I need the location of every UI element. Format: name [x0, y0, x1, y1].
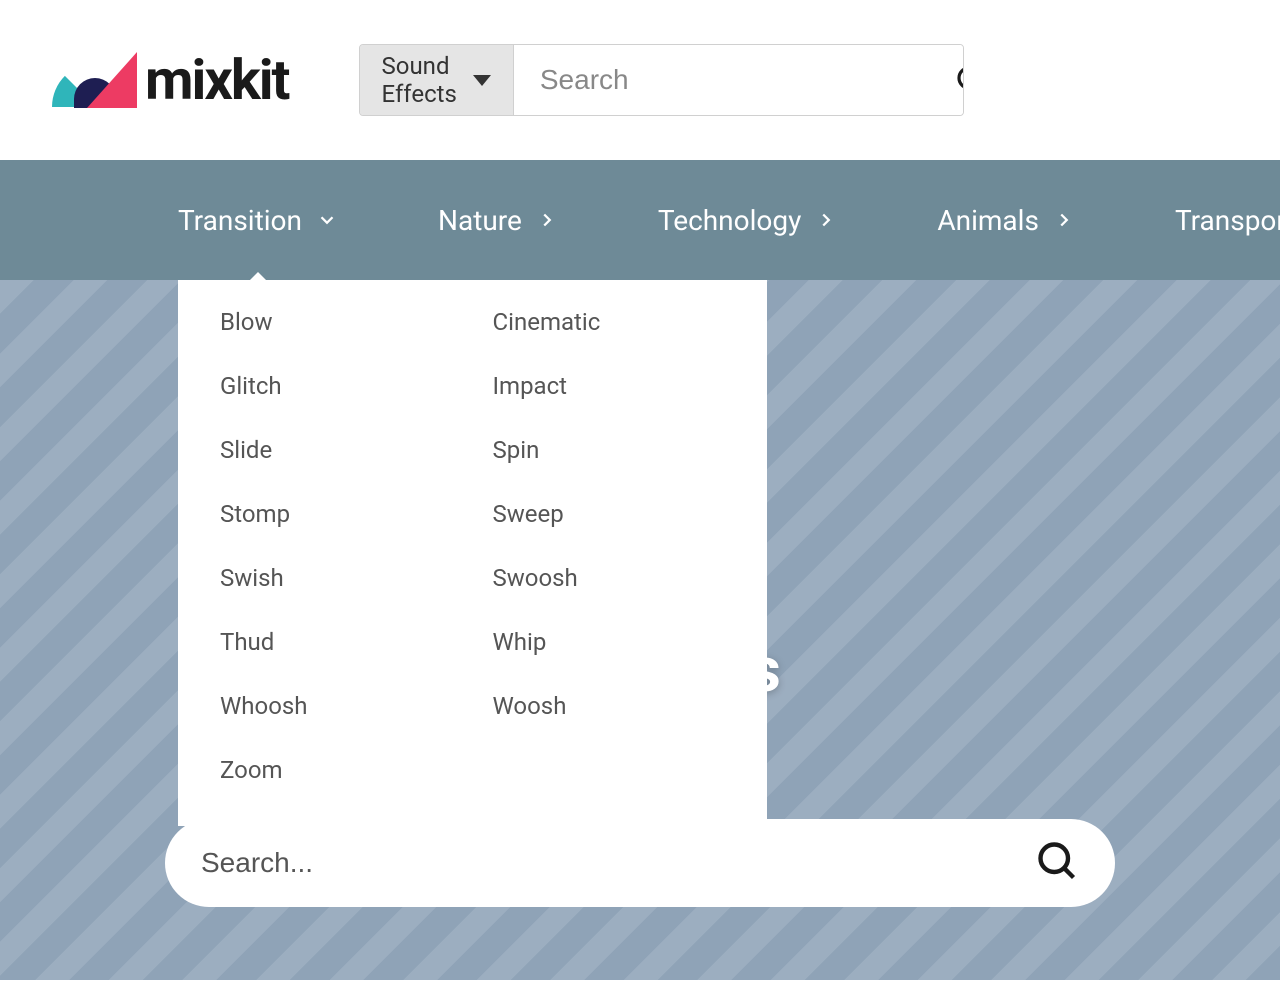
header-search-input[interactable] [514, 45, 927, 115]
dropdown-item[interactable]: Spin [493, 436, 726, 464]
dropdown-item[interactable]: Glitch [220, 372, 453, 400]
nav-item-label: Transport [1175, 204, 1280, 237]
dropdown-item[interactable]: Woosh [493, 692, 726, 720]
chevron-right-icon [536, 209, 558, 231]
transition-dropdown: Blow Cinematic Glitch Impact Slide Spin … [178, 280, 767, 826]
logo[interactable]: mixkit [52, 47, 289, 113]
chevron-right-icon [815, 209, 837, 231]
dropdown-item[interactable]: Whoosh [220, 692, 453, 720]
hero-search-input[interactable] [201, 847, 1035, 879]
logo-mark-icon [52, 52, 137, 108]
search-icon [955, 64, 964, 96]
logo-text: mixkit [145, 47, 289, 113]
nav-item-label: Technology [658, 204, 801, 237]
dropdown-item[interactable]: Thud [220, 628, 453, 656]
header-search: Sound Effects [359, 44, 964, 116]
nav-item-technology[interactable]: Technology [658, 204, 837, 237]
site-header: mixkit Sound Effects [0, 0, 1280, 160]
search-category-dropdown[interactable]: Sound Effects [360, 45, 514, 115]
search-category-label: Sound Effects [382, 52, 457, 108]
nav-item-animals[interactable]: Animals [937, 204, 1075, 237]
dropdown-item[interactable]: Blow [220, 308, 453, 336]
search-icon [1035, 839, 1079, 883]
nav-item-transition[interactable]: Transition [178, 204, 338, 237]
dropdown-item[interactable]: Swoosh [493, 564, 726, 592]
dropdown-item[interactable]: Slide [220, 436, 453, 464]
nav-item-nature[interactable]: Nature [438, 204, 558, 237]
caret-down-icon [473, 75, 491, 86]
header-search-button[interactable] [927, 45, 964, 115]
nav-item-label: Transition [178, 204, 302, 237]
hero-search-button[interactable] [1035, 839, 1079, 886]
nav-item-label: Animals [937, 204, 1039, 237]
chevron-down-icon [316, 209, 338, 231]
dropdown-item[interactable]: Cinematic [493, 308, 726, 336]
dropdown-item[interactable]: Swish [220, 564, 453, 592]
dropdown-item[interactable]: Whip [493, 628, 726, 656]
dropdown-item[interactable]: Zoom [220, 756, 453, 784]
hero-search [165, 819, 1115, 907]
chevron-right-icon [1053, 209, 1075, 231]
nav-item-transport[interactable]: Transport [1175, 204, 1280, 237]
dropdown-item[interactable]: Stomp [220, 500, 453, 528]
nav-item-label: Nature [438, 204, 522, 237]
dropdown-item[interactable]: Impact [493, 372, 726, 400]
dropdown-item[interactable]: Sweep [493, 500, 726, 528]
category-nav: Transition Nature Technology Animals Tra… [0, 160, 1280, 280]
